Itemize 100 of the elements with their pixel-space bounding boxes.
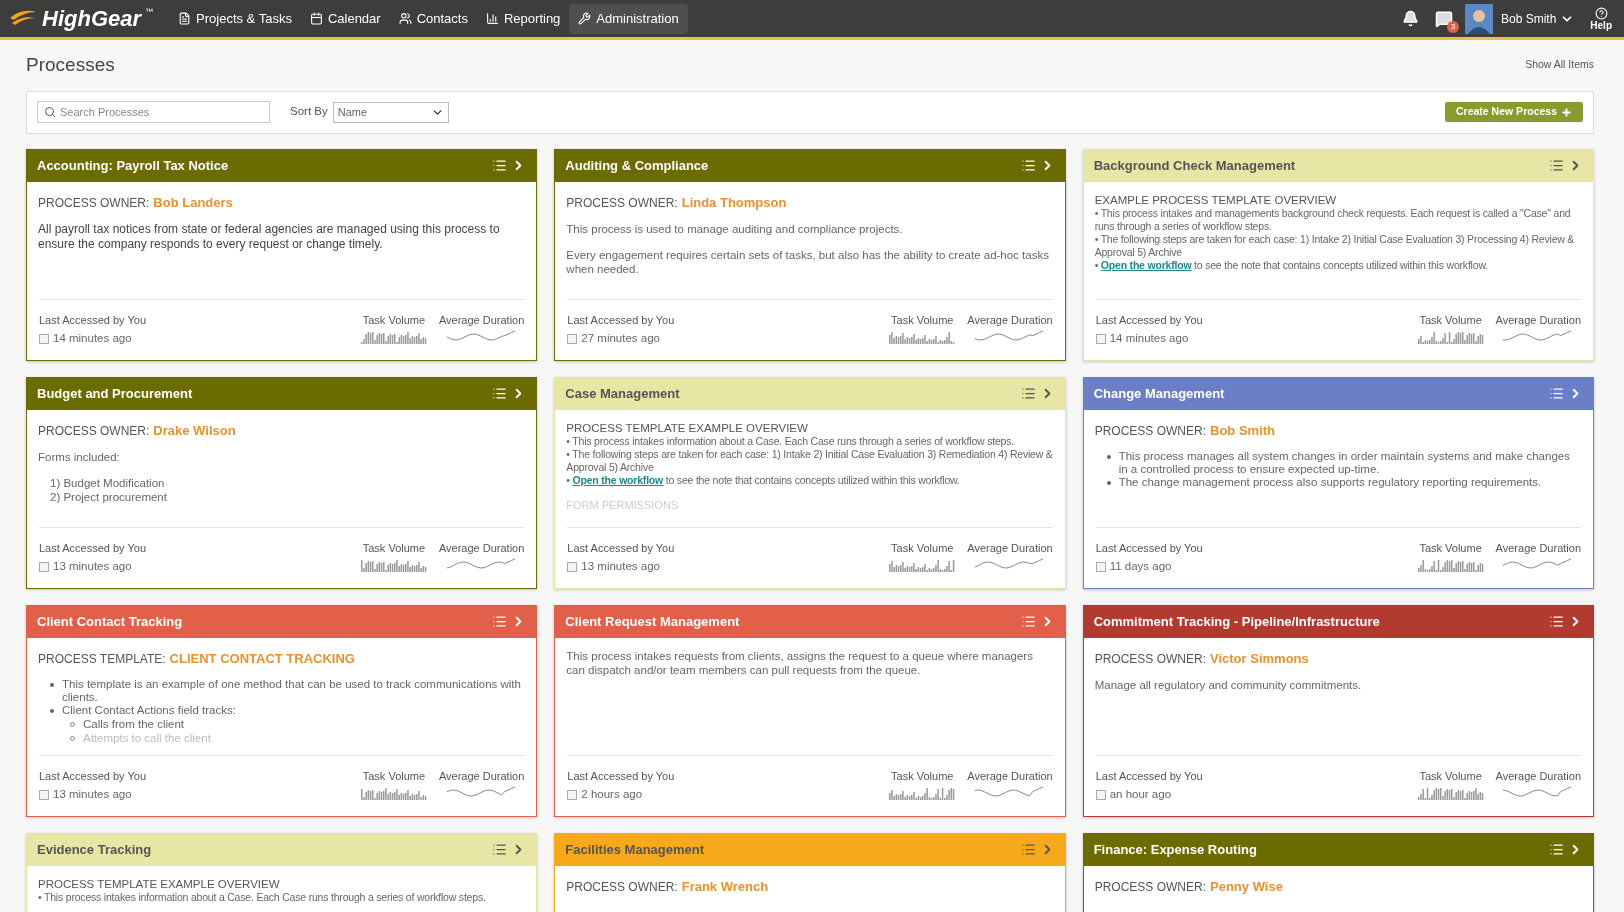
- workflow-link[interactable]: Open the workflow: [572, 473, 664, 486]
- card-header[interactable]: Auditing & Compliance: [555, 149, 1065, 182]
- bullet-text: Client Contact Actions field tracks:: [62, 704, 236, 717]
- card-header[interactable]: Case Management: [555, 377, 1065, 410]
- description: This process intakes requests from clients, assigns the request to a queue where managers can dispatch and/or team members can pull requests from the queue.: [566, 648, 1034, 677]
- plus-icon: [1561, 106, 1572, 118]
- last-accessed-label: Last Accessed by You: [567, 312, 675, 328]
- task-volume-label: Task Volume: [362, 768, 426, 784]
- nav-item[interactable]: Calendar: [300, 3, 390, 34]
- average-duration-label: Average Duration: [967, 540, 1053, 556]
- task-volume-label: Task Volume: [362, 312, 426, 328]
- overview-line: • Open the workflow to see the note that contains concepts utilized within this workflow.: [1094, 258, 1489, 272]
- card-title: Auditing & Compliance: [565, 156, 709, 175]
- list-icon[interactable]: [1020, 386, 1036, 401]
- checkbox-icon: [567, 333, 578, 344]
- search-icon: [44, 106, 56, 118]
- page-title: Processes: [26, 53, 115, 77]
- card-header[interactable]: Background Check Management: [1083, 149, 1593, 182]
- list-icon[interactable]: [1020, 842, 1036, 857]
- list-icon[interactable]: [492, 386, 508, 401]
- average-duration-label: Average Duration: [438, 540, 525, 556]
- average-duration-label: Average Duration: [1495, 540, 1581, 556]
- last-accessed-time: 14 minutes ago: [1109, 331, 1189, 347]
- list-icon[interactable]: [1020, 614, 1036, 629]
- card-header[interactable]: Facilities Management: [555, 833, 1065, 866]
- document-icon: [178, 12, 192, 25]
- overview-heading: PROCESS TEMPLATE EXAMPLE OVERVIEW: [566, 420, 809, 435]
- task-volume-sparkline: [1417, 558, 1484, 573]
- last-accessed-label: Last Accessed by You: [567, 768, 675, 784]
- list-icon[interactable]: [1549, 842, 1564, 857]
- card-header[interactable]: Client Contact Tracking: [27, 605, 537, 638]
- help-button[interactable]: Help: [1590, 6, 1612, 31]
- search-field[interactable]: Search Processes: [37, 101, 270, 123]
- card-header[interactable]: Accounting: Payroll Tax Notice: [27, 149, 537, 182]
- description: Every engagement requires certain sets of tasks, but also has the ability to create ad-hoc tasks when needed.: [566, 248, 1050, 276]
- average-duration-label: Average Duration: [1495, 312, 1581, 328]
- overview-line: • This process intakes information about a Case. Each Case runs through a series of workflow steps.: [38, 890, 487, 904]
- help-icon: [1594, 6, 1608, 20]
- list-icon[interactable]: [492, 842, 508, 857]
- nav-item[interactable]: Reporting: [476, 3, 570, 34]
- card-header[interactable]: Client Request Management: [555, 605, 1065, 638]
- overview-heading: PROCESS TEMPLATE EXAMPLE OVERVIEW: [38, 876, 281, 891]
- task-volume-label: Task Volume: [1419, 540, 1482, 556]
- card-header[interactable]: Budget and Procurement: [27, 377, 537, 410]
- average-duration-label: Average Duration: [967, 768, 1053, 784]
- last-accessed-time: 13 minutes ago: [581, 559, 660, 575]
- list-icon[interactable]: [1549, 614, 1564, 629]
- description: Manage all regulatory and community commitments.: [1094, 678, 1363, 692]
- description: Forms included:: [38, 450, 121, 464]
- card-header[interactable]: Finance: Expense Routing: [1083, 833, 1593, 866]
- calendar-icon: [309, 12, 323, 25]
- bullet-icon: [50, 683, 54, 687]
- task-volume-label: Task Volume: [1419, 312, 1482, 328]
- task-volume-sparkline: [889, 558, 956, 573]
- nav-item[interactable]: Administration: [569, 3, 688, 34]
- card-header[interactable]: Commitment Tracking - Pipeline/Infrastructure: [1083, 605, 1593, 638]
- last-accessed-time: 13 minutes ago: [53, 787, 132, 803]
- card-header[interactable]: Evidence Tracking: [27, 833, 537, 866]
- task-volume-sparkline: [360, 330, 427, 345]
- list-icon[interactable]: [1020, 158, 1036, 173]
- card-title: Budget and Procurement: [37, 384, 193, 403]
- card-title: Background Check Management: [1093, 156, 1296, 175]
- card-header[interactable]: Change Management: [1083, 377, 1593, 410]
- bullet-icon: [1106, 481, 1111, 485]
- workflow-link[interactable]: Open the workflow: [1100, 258, 1192, 271]
- create-new-process-button[interactable]: Create New Process: [1445, 102, 1583, 122]
- checkbox-icon: [1095, 561, 1106, 572]
- bullet-text: Attempts to call the client: [83, 731, 211, 745]
- task-volume-sparkline: [360, 558, 427, 573]
- notifications-icon[interactable]: [1401, 10, 1419, 27]
- card-title: Facilities Management: [565, 840, 705, 859]
- user-menu[interactable]: Bob Smith: [1500, 9, 1575, 28]
- list-icon[interactable]: [1549, 386, 1564, 401]
- bullet-text: Calls from the client: [83, 717, 184, 731]
- checkbox-icon: [1095, 333, 1106, 344]
- list-icon[interactable]: [492, 158, 508, 173]
- chat-icon[interactable]: [1434, 9, 1453, 28]
- task-volume-sparkline: [360, 786, 427, 801]
- card-title: Evidence Tracking: [37, 840, 152, 859]
- sort-dropdown[interactable]: Name: [332, 101, 449, 123]
- show-all-items-link[interactable]: Show All Items: [1525, 57, 1594, 74]
- search-input[interactable]: Search Processes: [60, 103, 263, 121]
- card-title: Case Management: [565, 384, 680, 403]
- task-volume-label: Task Volume: [362, 540, 426, 556]
- last-accessed-label: Last Accessed by You: [1095, 312, 1203, 328]
- last-accessed-label: Last Accessed by You: [567, 540, 675, 556]
- checkbox-icon: [39, 789, 49, 800]
- bullet-text: This template is an example of one method that can be used to track communications with clients.: [62, 678, 522, 704]
- wrench-icon: [578, 12, 592, 25]
- avatar[interactable]: [1464, 3, 1493, 34]
- trademark-mark: ™: [145, 6, 154, 18]
- form-item: 2) Project procurement: [49, 490, 168, 504]
- card-title: Client Request Management: [565, 612, 740, 631]
- nav-item[interactable]: Contacts: [389, 3, 477, 34]
- owner-label: PROCESS TEMPLATE:: [38, 650, 166, 668]
- task-volume-sparkline: [1417, 330, 1484, 345]
- list-icon[interactable]: [1549, 158, 1564, 173]
- card-title: Commitment Tracking - Pipeline/Infrastructure: [1093, 612, 1380, 631]
- nav-item[interactable]: Projects & Tasks: [169, 3, 301, 34]
- list-icon[interactable]: [492, 614, 508, 629]
